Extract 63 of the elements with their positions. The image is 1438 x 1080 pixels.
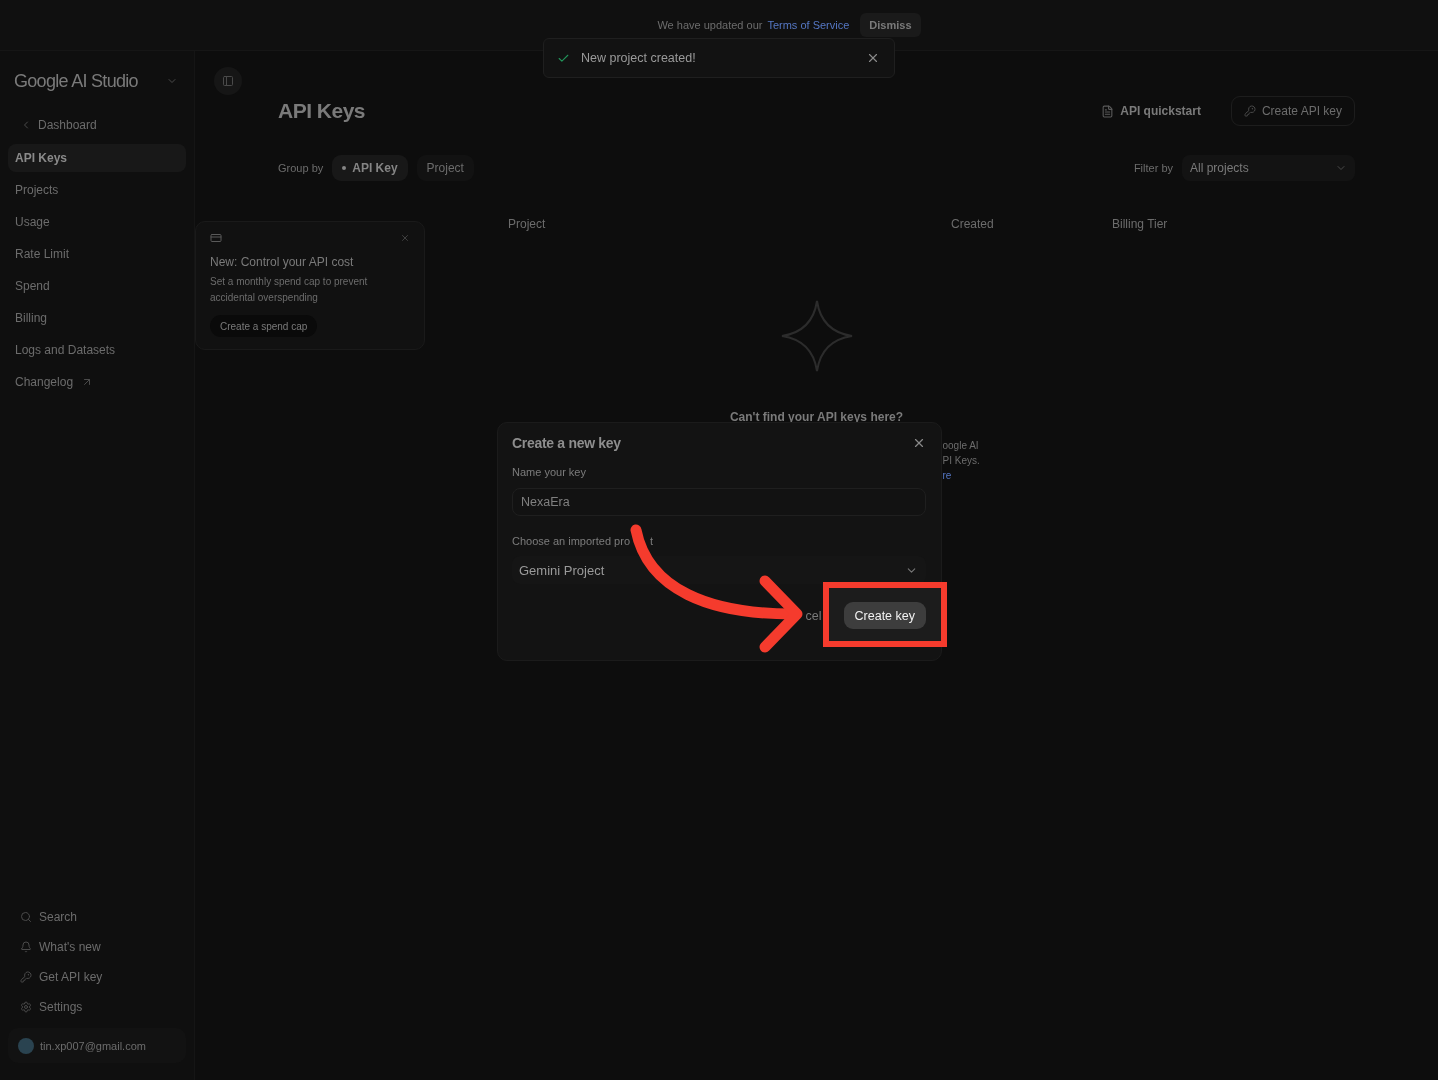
sidebar-item[interactable]: Usage xyxy=(8,208,186,236)
toast-close-button[interactable] xyxy=(866,51,880,65)
column-header: Billing Tier xyxy=(1112,217,1169,231)
terms-link[interactable]: Terms of Service xyxy=(767,19,850,31)
empty-state-link[interactable]: re xyxy=(942,468,952,483)
dialog-title: Create a new key xyxy=(512,435,621,451)
sidebar-item[interactable]: Billing xyxy=(8,304,186,332)
close-icon xyxy=(400,233,410,243)
banner-text: We have updated our xyxy=(657,19,763,31)
promo-title: New: Control your API cost xyxy=(210,255,355,269)
avatar-placeholder xyxy=(18,1037,34,1054)
create-api-key-button[interactable]: Create API key xyxy=(1230,96,1355,126)
sidebar-item[interactable]: Spend xyxy=(8,272,186,300)
document-icon xyxy=(1101,104,1115,118)
sidebar-footer-item[interactable]: Settings xyxy=(8,995,186,1019)
empty-state-text: oogle AI xyxy=(942,439,979,453)
panel-icon xyxy=(222,75,234,87)
promo-description: Set a monthly spend cap to prevent accidental overspending xyxy=(210,275,369,305)
sparkle-icon xyxy=(780,300,853,372)
dialog-close-button[interactable] xyxy=(912,436,926,450)
promo-close-button[interactable] xyxy=(400,233,410,243)
filter-by-label: Filter by xyxy=(1133,162,1173,174)
page-title: API Keys xyxy=(278,99,366,123)
group-by-chip[interactable]: Project xyxy=(416,155,474,181)
key-name-input[interactable]: NexaEra xyxy=(512,488,926,516)
sidebar-item[interactable]: Rate Limit xyxy=(8,240,186,268)
field-label-fragment: t xyxy=(650,534,654,548)
sidebar-footer-item[interactable]: What's new xyxy=(8,935,186,959)
selected-dot-icon xyxy=(342,166,347,170)
column-header: Created xyxy=(951,217,995,231)
sidebar-footer-item[interactable]: Get API key xyxy=(8,965,186,989)
sidebar-item[interactable]: API Keys xyxy=(8,144,186,172)
spend-cap-button[interactable]: Create a spend cap xyxy=(210,315,318,337)
sidebar-item[interactable]: Logs and Datasets xyxy=(8,336,186,364)
project-filter-select[interactable]: All projects xyxy=(1182,155,1355,181)
card-icon xyxy=(210,232,222,244)
back-link-label: Dashboard xyxy=(38,118,97,132)
field-label: Choose an imported pro xyxy=(512,534,630,548)
toast-message: New project created! xyxy=(581,51,697,65)
quickstart-link[interactable]: API quickstart xyxy=(1101,104,1201,118)
back-link[interactable]: Dashboard xyxy=(8,115,186,135)
dismiss-button[interactable]: Dismiss xyxy=(860,13,921,37)
sidebar-footer-item[interactable]: Search xyxy=(8,905,186,929)
text-button[interactable]: cel xyxy=(805,608,822,623)
account-email: tin.xp007@gmail.com xyxy=(40,1039,146,1052)
bell-icon xyxy=(20,941,32,953)
close-icon xyxy=(912,436,926,450)
key-icon xyxy=(20,971,32,983)
search-icon xyxy=(20,911,32,923)
sidebar-item[interactable]: Changelog xyxy=(8,368,186,396)
empty-state-text: PI Keys. xyxy=(942,454,980,468)
group-by-label: Group by xyxy=(278,162,324,174)
field-label: Name your key xyxy=(512,465,587,479)
key-icon xyxy=(1243,105,1256,117)
sidebar-toggle-button[interactable] xyxy=(214,67,242,95)
empty-state-heading: Can't find your API keys here? xyxy=(729,410,904,424)
settings-icon xyxy=(20,1001,32,1013)
create-key-button[interactable]: Create key xyxy=(843,602,926,629)
close-icon xyxy=(866,51,880,65)
brand-name: Google AI Studio xyxy=(14,70,138,92)
column-header: Project xyxy=(508,217,547,231)
sidebar-item[interactable]: Projects xyxy=(8,176,186,204)
group-by-chip[interactable]: API Key xyxy=(332,155,408,181)
